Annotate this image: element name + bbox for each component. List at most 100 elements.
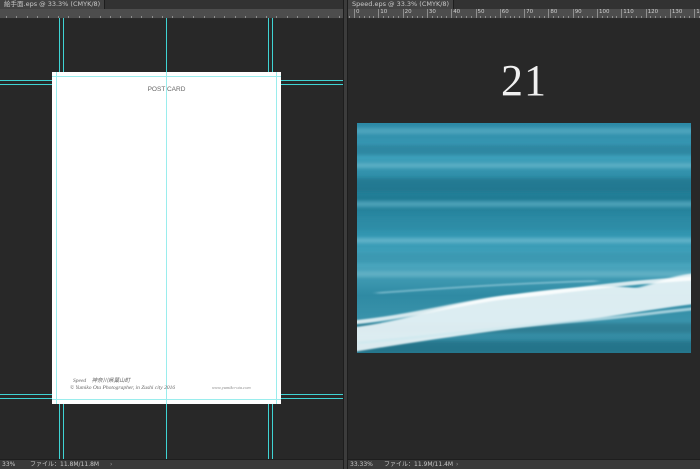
- ruler-tick: [509, 16, 511, 18]
- ruler-tick: [99, 16, 101, 18]
- ruler-tick: [587, 16, 589, 18]
- right-document-tab[interactable]: Speed.eps @ 33.3% (CMYK/8): [348, 0, 455, 9]
- ruler-tick: [224, 16, 226, 18]
- ruler-major-tick: [354, 9, 355, 18]
- ruler-major-tick: [499, 9, 501, 18]
- ruler-major-tick: [669, 9, 671, 18]
- ruler-tick: [26, 16, 28, 18]
- ruler-tick: [6, 16, 7, 18]
- ruler-tick: [684, 16, 686, 18]
- ruler-major-tick: [524, 9, 526, 18]
- ruler-tick: [276, 16, 278, 18]
- postcard-title: POST CARD: [147, 86, 186, 93]
- postcard-url: www.yumiko-ota.com: [212, 385, 251, 390]
- ruler-tick: [490, 16, 492, 18]
- ruler-tick: [214, 16, 215, 18]
- ruler-tick: [528, 16, 530, 18]
- ruler-label: 0: [356, 9, 360, 15]
- postcard-caption: Speed 神奈川県葉山町: [73, 378, 131, 384]
- ruler-major-tick: [426, 9, 428, 18]
- ruler-tick: [234, 16, 236, 18]
- ruler-tick: [465, 16, 467, 18]
- ruler-label: 60: [501, 9, 509, 15]
- ruler-tick: [412, 16, 414, 18]
- ocean-wave-photo[interactable]: [357, 123, 691, 353]
- file-info: ファイル：11.9M/11.4M: [384, 461, 454, 468]
- ruler-tick: [392, 16, 394, 18]
- page-number: 21: [501, 56, 547, 105]
- ruler-tick: [558, 16, 560, 18]
- ruler-tick: [286, 16, 288, 18]
- ruler-tick: [626, 16, 628, 18]
- ruler-tick: [655, 16, 657, 18]
- ruler-label: 90: [574, 9, 582, 15]
- ruler-label: 140: [696, 9, 700, 15]
- ruler-tick: [78, 16, 80, 18]
- right-horizontal-ruler[interactable]: 0 10 20 30 40 50 60 70 80 90 100 110 120 130 140: [348, 9, 700, 19]
- chevron-right-icon[interactable]: ›: [110, 460, 112, 469]
- ruler-tick: [266, 16, 267, 18]
- zoom-level[interactable]: 33%: [2, 460, 15, 469]
- ruler-label: 10: [380, 9, 388, 15]
- ruler-tick: [151, 16, 153, 18]
- ruler-label: 20: [404, 9, 412, 15]
- ruler-major-tick: [548, 9, 550, 18]
- ruler-tick: [611, 16, 613, 18]
- ruler-major-tick: [475, 9, 477, 18]
- left-horizontal-ruler[interactable]: [0, 9, 343, 19]
- ruler-major-tick: [694, 9, 696, 18]
- ruler-tick: [407, 16, 409, 18]
- ruler-tick: [193, 16, 195, 18]
- right-status-bar: 33.33% ファイル：11.9M/11.4M ›: [348, 459, 700, 469]
- left-status-bar: 33% ファイル：11.8M/11.8M ›: [0, 459, 343, 469]
- ruler-tick: [650, 16, 652, 18]
- ruler-tick: [120, 16, 122, 18]
- postcard-credit: © Yumiko Ota Photographer, in Zushi city…: [70, 385, 176, 391]
- ruler-tick: [338, 16, 340, 18]
- ruler-label: 30: [428, 9, 436, 15]
- ruler-tick: [307, 16, 309, 18]
- ruler-tick: [358, 16, 360, 18]
- ruler-tick: [318, 16, 319, 18]
- margin-guide-horizontal: [52, 76, 281, 77]
- ruler-tick: [494, 16, 496, 18]
- postcard-artboard[interactable]: POST CARD Speed 神奈川県葉山町 © Yumiko Ota Pho…: [52, 72, 281, 404]
- ruler-tick: [37, 16, 39, 18]
- ruler-label: 120: [647, 9, 659, 15]
- left-document-tab[interactable]: 絵手面.eps @ 33.3% (CMYK/8): [0, 0, 106, 9]
- ruler-tick: [255, 16, 257, 18]
- ruler-tick: [388, 16, 390, 18]
- ruler-tick: [533, 16, 535, 18]
- ruler-tick: [446, 16, 448, 18]
- ruler-tick: [89, 16, 91, 18]
- zoom-level[interactable]: 33.33%: [350, 460, 373, 469]
- ruler-tick: [436, 16, 438, 18]
- ruler-tick: [480, 16, 482, 18]
- ruler-tick: [297, 16, 299, 18]
- ruler-tick: [660, 16, 662, 18]
- ruler-tick: [567, 16, 569, 18]
- ruler-tick: [456, 16, 458, 18]
- ruler-tick: [417, 16, 419, 18]
- ruler-tick: [519, 16, 521, 18]
- ruler-major-tick: [645, 9, 647, 18]
- ruler-label: 50: [477, 9, 485, 15]
- ruler-tick: [349, 16, 351, 18]
- ruler-tick: [582, 16, 584, 18]
- ruler-label: 70: [526, 9, 534, 15]
- ruler-tick: [606, 16, 608, 18]
- chevron-right-icon[interactable]: ›: [456, 460, 458, 469]
- file-info: ファイル：11.8M/11.8M: [30, 461, 100, 468]
- ruler-tick: [601, 16, 603, 18]
- wave-image: [357, 128, 691, 353]
- ruler-tick: [514, 16, 516, 18]
- ruler-tick: [679, 16, 681, 18]
- ruler-label: 100: [599, 9, 610, 15]
- margin-guide-vertical: [276, 72, 277, 404]
- ruler-tick: [635, 16, 637, 18]
- ruler-tick: [110, 16, 111, 18]
- ruler-tick: [16, 16, 18, 18]
- ruler-tick: [422, 16, 424, 18]
- ruler-major-tick: [597, 9, 598, 18]
- ruler-tick: [203, 16, 205, 18]
